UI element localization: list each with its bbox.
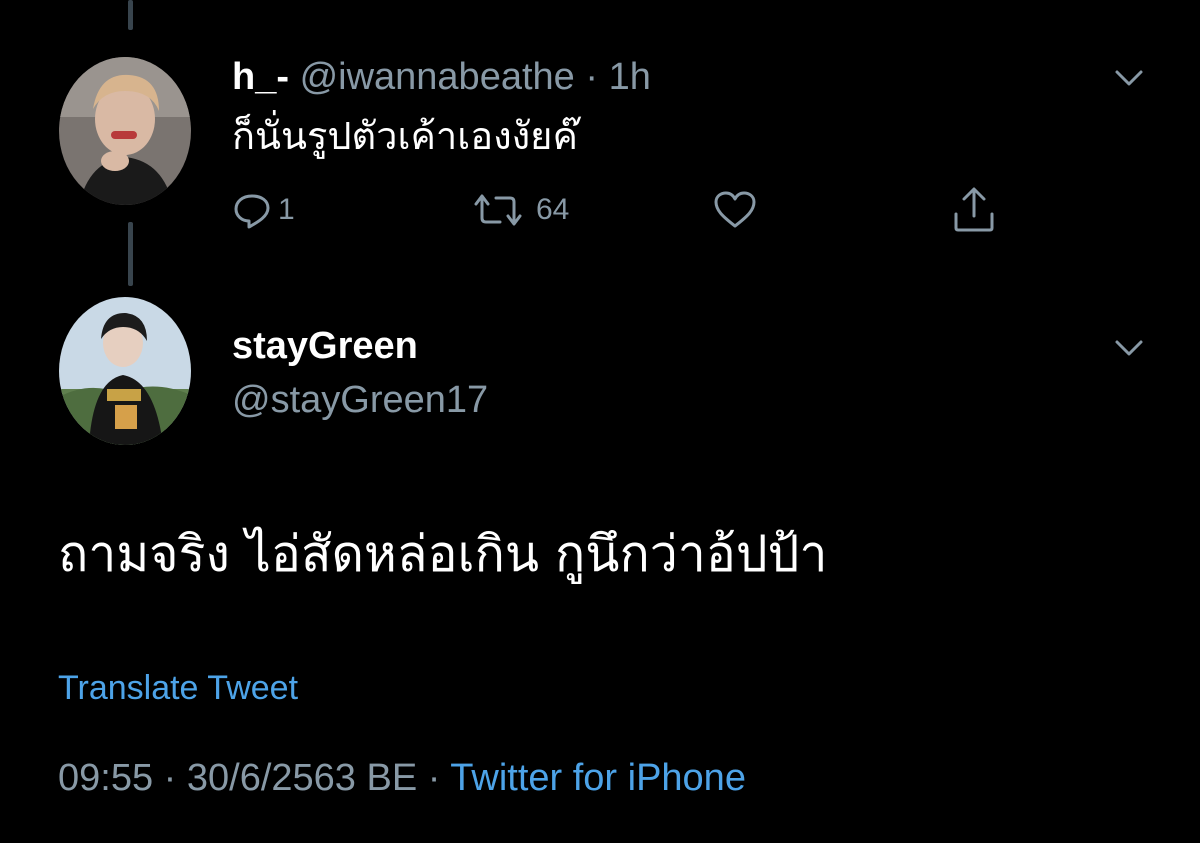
reply-display-name[interactable]: h_- bbox=[232, 56, 289, 98]
share-icon bbox=[954, 187, 994, 232]
like-icon bbox=[714, 191, 756, 228]
thread-connector bbox=[128, 222, 133, 286]
like-button[interactable] bbox=[712, 186, 758, 234]
reply-tweet-text: ก็นั่นรูปตัวเค้าเองงัยค๊ bbox=[232, 114, 578, 158]
share-button[interactable] bbox=[950, 186, 998, 234]
main-tweet-text: ถามจริง ไอ่สัดหล่อเกิน กูนึกว่าอ้ปป้า bbox=[58, 525, 828, 583]
tweet-source-link[interactable]: Twitter for iPhone bbox=[450, 757, 746, 799]
translate-tweet-link[interactable]: Translate Tweet bbox=[58, 666, 298, 710]
thread-connector-top bbox=[128, 0, 133, 30]
chevron-down-icon[interactable] bbox=[1113, 62, 1145, 94]
reply-tweet-header: h_- @iwannabeathe · 1h bbox=[232, 54, 651, 100]
avatar-image-reply bbox=[59, 57, 191, 205]
retweet-icon bbox=[474, 194, 522, 226]
reply-count: 1 bbox=[278, 193, 295, 226]
reply-handle[interactable]: @iwannabeathe bbox=[300, 56, 575, 98]
chevron-down-icon[interactable] bbox=[1113, 332, 1145, 364]
tweet-timestamp: 09:55 · 30/6/2563 BE bbox=[58, 757, 418, 799]
reply-button[interactable]: 1 bbox=[232, 186, 295, 234]
retweet-count: 64 bbox=[536, 193, 570, 226]
meta-separator: · bbox=[427, 757, 441, 799]
reply-separator: · bbox=[585, 56, 599, 98]
main-handle[interactable]: @stayGreen17 bbox=[232, 376, 488, 424]
reply-icon bbox=[234, 194, 270, 229]
avatar-image-main bbox=[59, 297, 191, 445]
avatar[interactable] bbox=[59, 57, 191, 205]
avatar[interactable] bbox=[59, 297, 191, 445]
tweet-metadata: 09:55 · 30/6/2563 BE · Twitter for iPhon… bbox=[58, 754, 746, 802]
main-display-name[interactable]: stayGreen bbox=[232, 322, 418, 370]
reply-time[interactable]: 1h bbox=[609, 56, 651, 98]
retweet-button[interactable]: 64 bbox=[468, 186, 569, 234]
